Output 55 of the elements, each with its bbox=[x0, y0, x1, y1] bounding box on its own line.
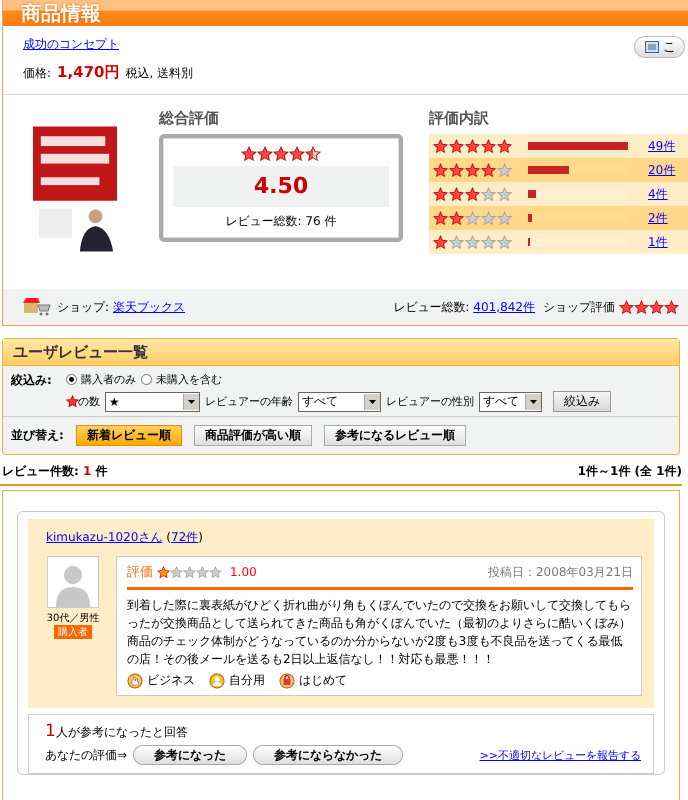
age-select[interactable]: すべて bbox=[298, 392, 381, 412]
count-link[interactable]: 4件 bbox=[648, 186, 668, 202]
star-count-label: の数 bbox=[78, 394, 100, 409]
count-link[interactable]: 1件 bbox=[648, 234, 668, 250]
overall-heading: 総合評価 bbox=[159, 109, 220, 128]
result-range: 1件～1件 (全 1件) bbox=[578, 463, 682, 480]
count-link[interactable]: 2件 bbox=[648, 210, 668, 226]
vote-button[interactable]: 参考になった bbox=[133, 745, 248, 765]
tag-label: 自分用 bbox=[229, 672, 265, 689]
side-button[interactable]: こ bbox=[634, 36, 685, 58]
shop-link[interactable]: 楽天ブックス bbox=[113, 298, 186, 316]
gender-label: レビュアーの性別 bbox=[386, 394, 474, 409]
price: 1,470円 bbox=[57, 63, 120, 82]
radio-option[interactable]: 未購入を含む bbox=[140, 372, 222, 387]
report-link[interactable]: >>不適切なレビューを報告する bbox=[480, 748, 641, 762]
shop-reviews-label: レビュー総数: bbox=[393, 298, 470, 316]
average-score: 4.50 bbox=[173, 166, 389, 207]
star-select[interactable]: ★ bbox=[104, 392, 200, 412]
breakdown-heading: 評価内訳 bbox=[429, 109, 490, 128]
rating-label: 評価 bbox=[127, 564, 153, 581]
count-link[interactable]: 20件 bbox=[648, 162, 676, 178]
filter-label: 絞込み: bbox=[11, 372, 52, 389]
price-note: 税込, 送料別 bbox=[126, 65, 194, 82]
age-label: レビュアーの年齢 bbox=[204, 394, 293, 409]
panel-title: ユーザレビュー一覧 bbox=[3, 339, 679, 366]
helpful-text: 1人が参考になったと回答 bbox=[45, 721, 189, 741]
reviewer-profile: 30代／男性 bbox=[46, 612, 100, 625]
sort-button[interactable]: 新着レビュー順 bbox=[76, 425, 182, 446]
review-count: レビュー件数: 1 件 bbox=[2, 463, 108, 480]
vote-button[interactable]: 参考にならなかった bbox=[253, 745, 404, 765]
tag-label: ビジネス bbox=[147, 672, 195, 689]
post-date: 投稿日：2008年03月21日 bbox=[488, 564, 633, 580]
your-rating-label: あなたの評価⇒ bbox=[45, 746, 128, 764]
tag-label: はじめて bbox=[299, 672, 347, 689]
gender-select[interactable]: すべて bbox=[478, 392, 542, 412]
filter-button[interactable]: 絞込み bbox=[552, 391, 611, 412]
review-count-link[interactable]: 72件 bbox=[170, 530, 198, 544]
sort-button[interactable]: 参考になるレビュー順 bbox=[324, 425, 466, 446]
price-label: 価格: bbox=[23, 65, 52, 82]
review-score: 1.00 bbox=[230, 565, 257, 579]
count-link[interactable]: 49件 bbox=[648, 138, 676, 154]
shop-label: ショップ: bbox=[57, 298, 110, 316]
radio-option[interactable]: 購入者のみ bbox=[66, 372, 136, 387]
shop-reviews-link[interactable]: 401,842件 bbox=[473, 298, 535, 316]
paren: ) bbox=[198, 530, 203, 544]
paren: ( bbox=[165, 530, 171, 544]
sort-label: 並び替え: bbox=[11, 427, 64, 444]
reviewer-link[interactable]: kimukazu-1020さん bbox=[46, 530, 162, 544]
product-link[interactable]: 成功のコンセプト bbox=[23, 37, 119, 51]
shop-rating-label: ショップ評価 bbox=[543, 298, 615, 316]
buyer-badge: 購入者 bbox=[54, 625, 92, 639]
sort-button[interactable]: 商品評価が高い順 bbox=[194, 425, 312, 446]
review-text: 到着した際に裏表紙がひどく折れ曲がり角もくぼんでいたので交換をお願いして交換してもらったが交換商品として送られてきた商品も角がくぼんでいた（最初のよりさらに酷いくぼみ）商品のチェック体制がどうなっているのか分からないが2度も3度も不良品を送ってくる最低の店！その後メールを送るも2日以上返信なし！！対応も最悪！！！ bbox=[127, 597, 632, 668]
review-total: レビュー総数: 76 件 bbox=[226, 213, 336, 230]
section-title: 商品情報 bbox=[20, 0, 102, 26]
